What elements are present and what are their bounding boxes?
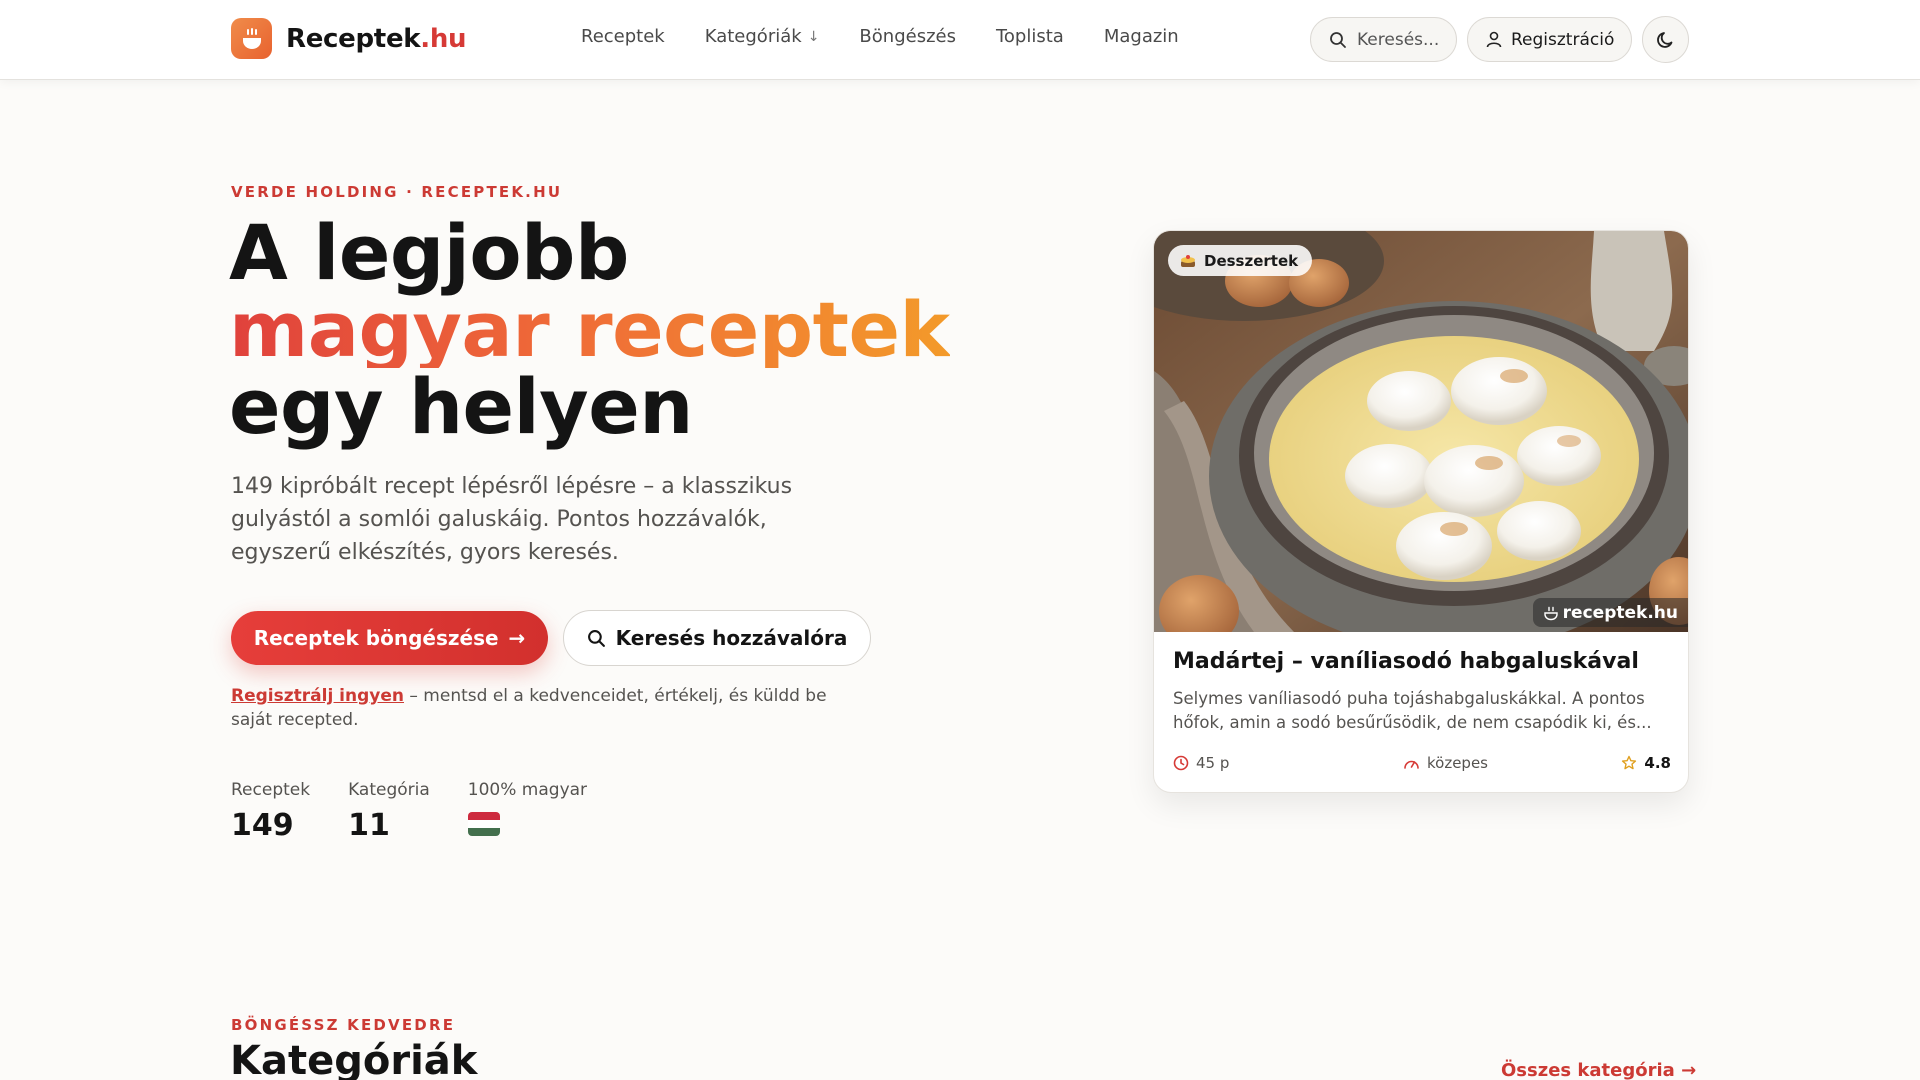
flag-stripe-red <box>467 812 500 820</box>
watermark-text: receptek.hu <box>1562 602 1678 623</box>
logo-text: Receptek.hu <box>286 23 467 54</box>
all-categories-label: Összes kategória <box>1501 1060 1675 1080</box>
ingredient-search-button[interactable]: Keresés hozzávalóra <box>563 610 871 666</box>
nav-item-toplista[interactable]: Toplista <box>996 26 1064 47</box>
main-nav: Receptek Kategóriák ↓ Böngészés Toplista … <box>581 26 1219 47</box>
stat-hungarian: 100% magyar <box>467 780 588 843</box>
flag-stripe-green <box>467 828 500 836</box>
nav-label: Toplista <box>995 26 1064 47</box>
nav-item-magazin[interactable]: Magazin <box>1104 26 1179 47</box>
register-button[interactable]: Regisztráció <box>1467 17 1632 62</box>
nav-label: Magazin <box>1103 26 1179 47</box>
cook-time: 45 p <box>1173 754 1229 772</box>
user-icon <box>1486 31 1502 48</box>
stat-value: 149 <box>231 808 294 843</box>
photo-watermark: receptek.hu <box>1532 598 1688 627</box>
top-navbar: Receptek.hu Receptek Kategóriák ↓ Böngész… <box>0 0 1920 80</box>
search-icon <box>587 629 605 647</box>
arrow-down-icon: ↓ <box>807 28 820 45</box>
stat-label: Kategória <box>348 780 430 800</box>
dark-mode-toggle[interactable] <box>1642 16 1689 63</box>
site-logo[interactable]: Receptek.hu <box>231 18 467 59</box>
recipe-meta: 45 p közepes 4.8 <box>1173 754 1671 776</box>
star-icon <box>1622 755 1637 770</box>
stat-value: 11 <box>348 808 390 843</box>
clock-icon <box>1173 755 1189 771</box>
hero-eyebrow: VERDE HOLDING · RECEPTEK.HU <box>231 183 563 201</box>
signup-note: Regisztrálj ingyen – mentsd el a kedvenc… <box>231 684 851 732</box>
stat-categories: Kategória 11 <box>348 780 430 843</box>
stat-recipes: Receptek 149 <box>231 780 310 843</box>
search-button[interactable]: Keresés... <box>1310 17 1457 62</box>
logo-main: Receptek <box>286 23 421 54</box>
stat-label: 100% magyar <box>467 780 588 800</box>
nav-item-bongeszes[interactable]: Böngészés <box>859 26 956 47</box>
headline-line-2: magyar receptek <box>229 285 950 374</box>
logo-pot-icon <box>231 18 272 59</box>
category-label: Desszertek <box>1204 251 1299 270</box>
nav-item-receptek[interactable]: Receptek <box>581 26 665 47</box>
hero-headline: A legjobb magyar receptek egy helyen <box>229 214 950 445</box>
recipe-description: Selymes vaníliasodó puha tojáshabgaluská… <box>1173 689 1652 732</box>
rating: 4.8 <box>1621 754 1671 772</box>
flag-stripe-white <box>467 820 500 828</box>
pot-icon <box>1543 606 1558 620</box>
difficulty-value: közepes <box>1427 754 1488 772</box>
cook-time-value: 45 p <box>1196 754 1230 772</box>
rating-value: 4.8 <box>1644 754 1671 772</box>
nav-label: Böngészés <box>859 26 956 47</box>
logo-accent: .hu <box>420 23 467 54</box>
recipe-photo <box>1154 231 1688 632</box>
stat-label: Receptek <box>231 780 311 800</box>
ingredient-search-label: Keresés hozzávalóra <box>615 626 848 650</box>
gauge-icon <box>1404 760 1419 769</box>
nav-label: Receptek <box>581 26 665 47</box>
moon-icon <box>1656 31 1672 48</box>
categories-eyebrow: BÖNGÉSSZ KEDVEDRE <box>231 1016 456 1034</box>
all-categories-link[interactable]: Összes kategória → <box>1501 1060 1696 1080</box>
headline-line-3: egy helyen <box>229 362 693 451</box>
hero-description: 149 kipróbált recept lépésről lépésre – … <box>231 474 793 565</box>
arrow-right-icon: → <box>1681 1060 1697 1080</box>
search-icon <box>1330 31 1346 48</box>
headline-line-1: A legjobb <box>229 208 629 297</box>
dessert-icon <box>1181 254 1195 267</box>
browse-recipes-label: Receptek böngészése <box>253 626 499 650</box>
nav-label: Kategóriák <box>704 26 802 47</box>
signup-link[interactable]: Regisztrálj ingyen <box>231 686 404 706</box>
register-label: Regisztráció <box>1511 29 1615 50</box>
arrow-right-icon: → <box>508 626 526 650</box>
categories-title: Kategóriák <box>230 1038 478 1080</box>
category-chip[interactable]: Desszertek <box>1168 245 1313 276</box>
hero-stats: Receptek 149 Kategória 11 100% magyar <box>231 780 625 843</box>
hungarian-flag-icon <box>467 812 500 836</box>
nav-item-kategoriak[interactable]: Kategóriák ↓ <box>705 26 820 47</box>
featured-recipe-card[interactable]: Desszertek receptek.hu Madártej – vaníli… <box>1153 230 1689 793</box>
difficulty: közepes <box>1403 754 1488 772</box>
recipe-title[interactable]: Madártej – vaníliasodó habgaluskával <box>1173 649 1673 674</box>
search-placeholder: Keresés... <box>1357 29 1440 50</box>
browse-recipes-button[interactable]: Receptek böngészése → <box>231 611 548 665</box>
